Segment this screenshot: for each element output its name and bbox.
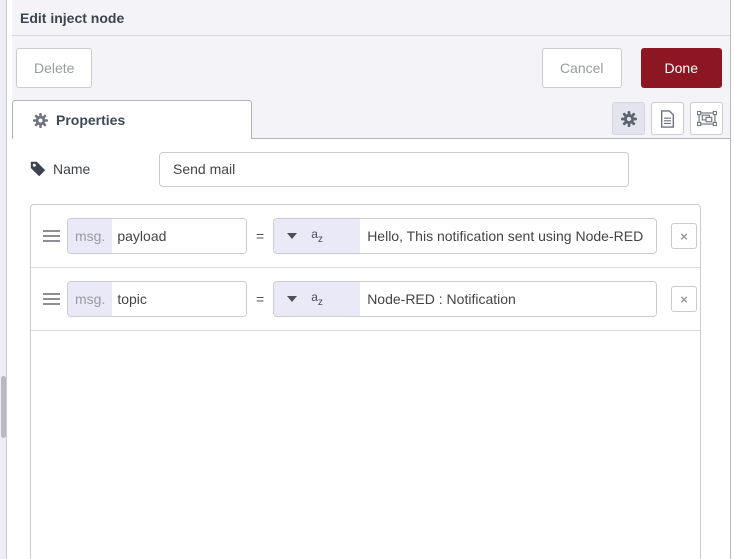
properties-tab-button[interactable] (612, 102, 645, 135)
cancel-button[interactable]: Cancel (541, 47, 622, 88)
property-value-input[interactable] (360, 219, 657, 253)
edit-tray: Edit inject node Delete Cancel Done Prop… (12, 0, 731, 559)
name-row: Name (30, 151, 730, 187)
property-key-box: msg. (67, 218, 247, 254)
property-value-box: az (273, 218, 658, 254)
document-icon (661, 109, 674, 128)
equals-sign: = (256, 291, 265, 307)
type-select-button[interactable]: az (274, 219, 361, 253)
dialog-header: Edit inject node (12, 0, 730, 36)
tab-properties-label: Properties (56, 112, 126, 128)
dialog-title: Edit inject node (20, 9, 125, 26)
dialog-toolbar: Delete Cancel Done (12, 36, 730, 99)
tab-icon-buttons (612, 102, 723, 135)
tab-bar: Properties (12, 99, 730, 139)
object-group-icon (696, 110, 717, 127)
properties-panel: Name msg. = az (12, 139, 730, 559)
property-value-box: az (273, 281, 658, 317)
msg-prefix-label: msg. (68, 219, 113, 253)
name-input[interactable] (159, 151, 629, 187)
remove-row-button[interactable]: × (671, 223, 697, 249)
caret-down-icon (287, 233, 298, 239)
property-key-box: msg. (67, 281, 247, 317)
gear-icon (620, 110, 637, 127)
delete-button[interactable]: Delete (16, 47, 93, 88)
equals-sign: = (256, 228, 265, 244)
edit-inject-node-dialog: Edit inject node Delete Cancel Done Prop… (0, 0, 734, 559)
msg-prefix-label: msg. (68, 282, 113, 316)
close-icon: × (680, 291, 688, 307)
close-icon: × (680, 228, 688, 244)
property-key-input[interactable] (112, 282, 246, 316)
appearance-tab-button[interactable] (690, 102, 723, 135)
type-select-button[interactable]: az (274, 282, 361, 316)
remove-row-button[interactable]: × (671, 286, 697, 312)
drag-handle-icon[interactable] (43, 288, 60, 310)
name-label: Name (30, 161, 159, 177)
property-row-topic: msg. = az × (31, 268, 700, 331)
done-button[interactable]: Done (640, 47, 722, 88)
name-label-text: Name (53, 161, 91, 177)
property-row-payload: msg. = az × (31, 205, 700, 268)
tag-icon (30, 161, 46, 177)
tray-resize-grip[interactable] (1, 376, 6, 438)
property-value-input[interactable] (360, 282, 657, 316)
property-list: msg. = az × (30, 204, 701, 559)
tray-resize-bar (0, 0, 7, 559)
tab-properties[interactable]: Properties (12, 100, 252, 139)
drag-handle-icon[interactable] (43, 225, 60, 247)
gear-icon (33, 112, 48, 128)
string-type-icon: az (311, 289, 323, 308)
property-key-input[interactable] (112, 219, 246, 253)
description-tab-button[interactable] (651, 102, 684, 135)
string-type-icon: az (311, 226, 323, 245)
caret-down-icon (287, 296, 298, 302)
